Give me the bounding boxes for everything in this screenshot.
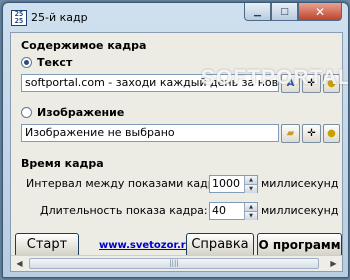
- horizontal-scrollbar[interactable]: ◀ |||| ▶: [11, 255, 342, 271]
- minimize-icon: ▁: [254, 6, 261, 17]
- font-icon: A: [286, 78, 295, 89]
- about-button[interactable]: О программ: [257, 233, 342, 257]
- spin-up-icon[interactable]: ▲: [244, 176, 257, 184]
- image-position-button[interactable]: ✛: [302, 124, 321, 143]
- scroll-right-icon[interactable]: ▶: [326, 257, 341, 270]
- text-font-button[interactable]: A: [281, 74, 300, 93]
- palette-icon: ●: [327, 128, 336, 139]
- maximize-button[interactable]: □: [271, 3, 298, 21]
- main-panel: Содержимое кадра Текст softportal.com - …: [10, 32, 343, 272]
- help-button[interactable]: Справка: [186, 233, 254, 257]
- duration-value[interactable]: 40: [212, 204, 226, 217]
- start-button[interactable]: Старт: [15, 233, 79, 257]
- spin-up-icon[interactable]: ▲: [244, 203, 257, 211]
- frame-time-heading: Время кадра: [21, 157, 104, 170]
- palette-icon: ●: [327, 78, 336, 89]
- interval-label: Интервал между показами кадра:: [26, 177, 226, 190]
- frame-content-heading: Содержимое кадра: [21, 39, 147, 52]
- text-radio-label: Текст: [37, 56, 73, 69]
- interval-stepper[interactable]: 1000 ▲ ▼: [209, 175, 258, 193]
- app-window: 25 25 25-й кадр ▁ □ ✕ Содержимое кадра Те…: [2, 2, 349, 278]
- app-25-icon[interactable]: 25 25: [11, 10, 27, 26]
- scroll-left-icon[interactable]: ◀: [12, 257, 27, 270]
- interval-unit: миллисекунд: [261, 177, 339, 190]
- image-radio[interactable]: [21, 107, 32, 118]
- folder-icon: ▰: [286, 128, 295, 139]
- image-radio-option[interactable]: Изображение: [21, 106, 124, 119]
- scroll-thumb[interactable]: ||||: [29, 258, 319, 269]
- spin-down-icon[interactable]: ▼: [244, 211, 257, 220]
- duration-stepper[interactable]: 40 ▲ ▼: [209, 202, 258, 220]
- title-bar[interactable]: 25 25 25-й кадр ▁ □ ✕: [3, 3, 348, 32]
- crosshair-icon: ✛: [307, 128, 316, 139]
- text-radio[interactable]: [21, 57, 32, 68]
- website-link[interactable]: www.svetozor.ru: [99, 240, 193, 251]
- crosshair-icon: ✛: [307, 78, 316, 89]
- window-controls: ▁ □ ✕: [244, 3, 342, 21]
- duration-spin-buttons[interactable]: ▲ ▼: [244, 203, 257, 220]
- close-button[interactable]: ✕: [298, 3, 342, 21]
- maximize-icon: □: [280, 6, 289, 17]
- duration-unit: миллисекунд: [261, 204, 339, 217]
- interval-value[interactable]: 1000: [212, 177, 240, 190]
- image-settings-button[interactable]: ●: [323, 124, 340, 143]
- image-radio-label: Изображение: [37, 106, 125, 119]
- window-title: 25-й кадр: [31, 11, 88, 24]
- image-path-field[interactable]: Изображение не выбрано: [21, 124, 279, 142]
- open-image-button[interactable]: ▰: [281, 124, 300, 143]
- duration-label: Длительность показа кадра:: [40, 204, 208, 217]
- text-position-button[interactable]: ✛: [302, 74, 321, 93]
- spin-down-icon[interactable]: ▼: [244, 184, 257, 193]
- minimize-button[interactable]: ▁: [244, 3, 271, 21]
- interval-spin-buttons[interactable]: ▲ ▼: [244, 176, 257, 193]
- text-color-button[interactable]: ●: [323, 74, 340, 93]
- text-input[interactable]: softportal.com - заходи каждый день за н…: [21, 74, 279, 92]
- text-radio-option[interactable]: Текст: [21, 56, 72, 69]
- close-icon: ✕: [314, 4, 326, 19]
